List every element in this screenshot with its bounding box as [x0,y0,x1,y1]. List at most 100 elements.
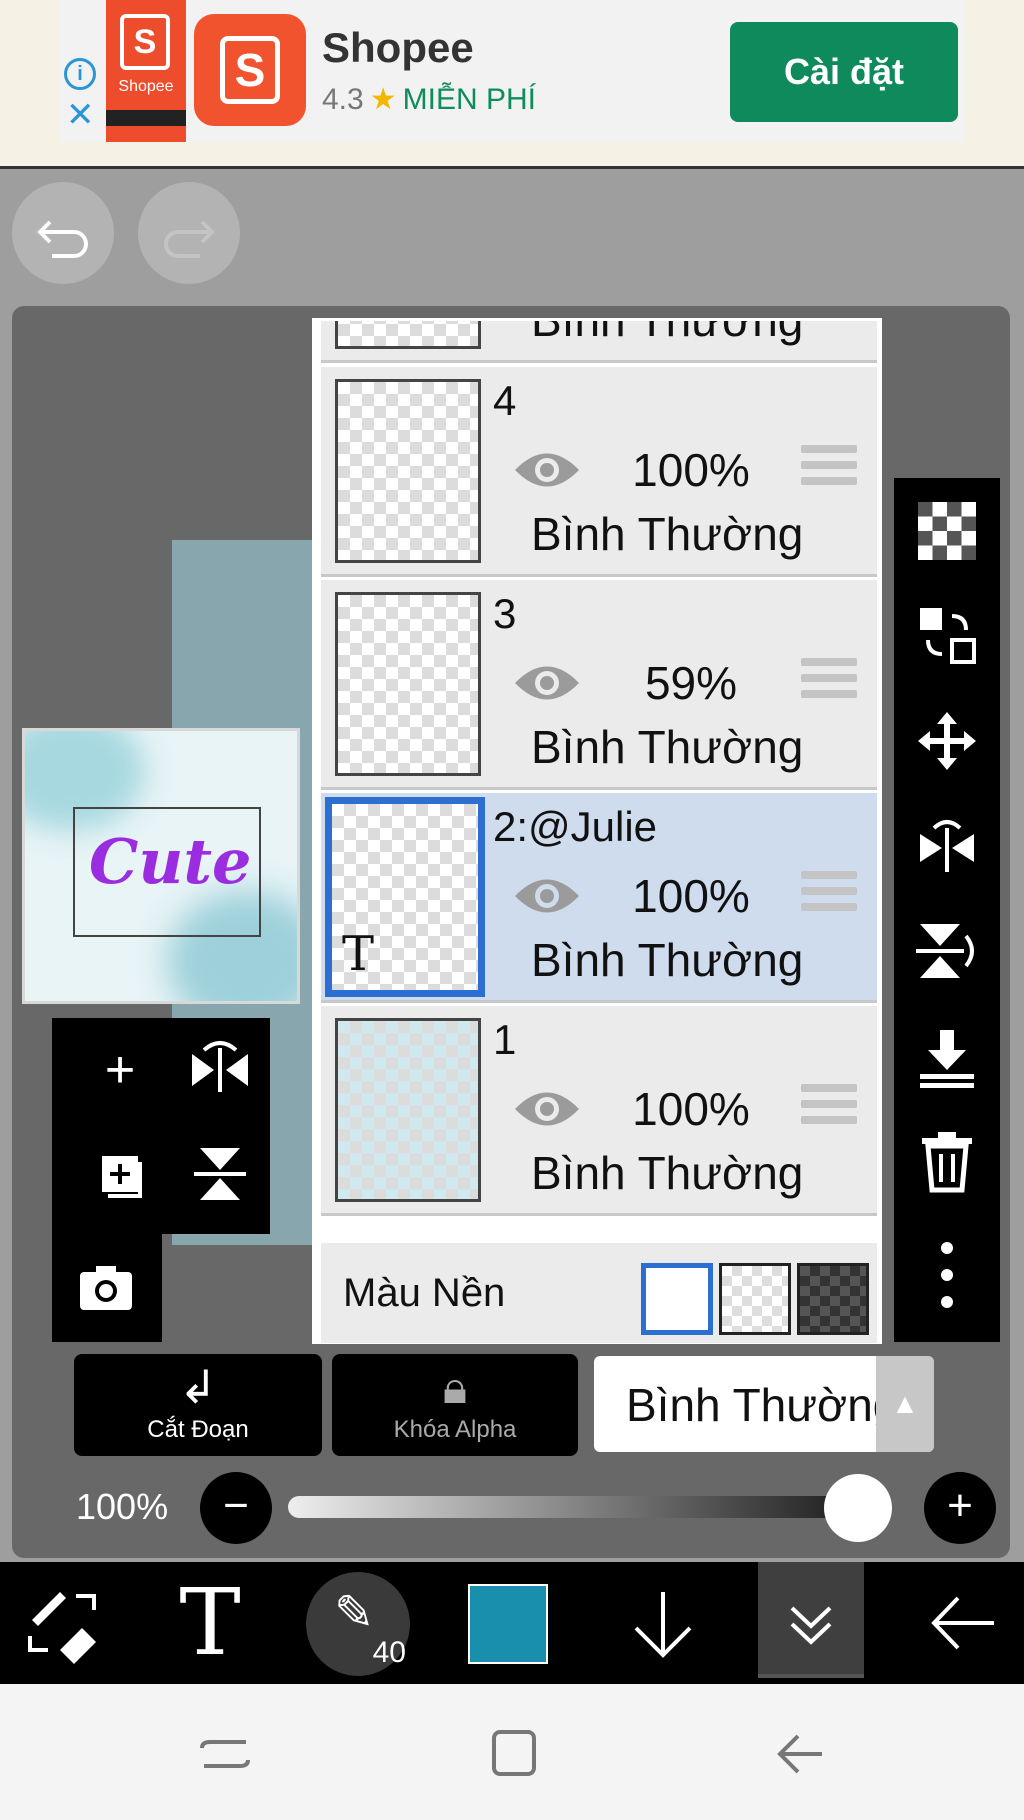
camera-bar [52,1234,162,1342]
recent-apps-icon [200,1740,250,1768]
layer-row[interactable]: 3 59% Bình Thường [321,580,877,790]
flip-vertical-icon[interactable] [914,918,980,984]
layer-actions-bar: + [52,1018,270,1234]
lock-icon: 🔒︎ [442,1361,468,1413]
canvas-preview[interactable]: Cute [22,728,300,1004]
recent-apps-icon[interactable] [190,1718,260,1788]
layer-opacity: 59% [644,657,738,709]
arrow-down-icon [634,1592,692,1658]
close-icon[interactable]: ✕ [66,98,95,132]
home-icon [492,1730,536,1776]
flip-horizontal-icon [920,820,974,872]
ad-rating: 4.3 [322,83,364,116]
background-dark-swatch[interactable] [797,1263,869,1335]
layer-name: 3 [493,590,517,637]
undo-icon [37,220,88,258]
layers-panel[interactable]: Bình Thường 4 100% Bình Thường 3 59% Bìn… [312,318,882,1344]
shopping-bag-icon: S [220,36,280,104]
clipping-label: Cắt Đoạn [147,1416,249,1443]
shopping-bag-icon: S [120,14,170,70]
back-arrow-icon[interactable] [914,1562,1014,1684]
divider [0,166,1024,169]
alpha-lock-button[interactable]: 🔒︎ Khóa Alpha [332,1354,578,1456]
add-layer-icon[interactable]: + [80,1030,160,1110]
drag-handle-icon[interactable] [801,658,857,708]
back-icon[interactable] [766,1718,836,1788]
drag-handle-icon[interactable] [801,445,857,495]
brush-size-button[interactable]: ✎ 40 [306,1572,410,1676]
trash-icon[interactable] [914,1128,980,1194]
ad-meta: 4.3 ★ MIỄN PHÍ [322,82,536,117]
layer-row-selected[interactable]: T 2:@Julie 100% Bình Thường [321,793,877,1003]
color-picker-button[interactable] [468,1584,548,1664]
brush-eraser-toggle[interactable] [20,1562,110,1684]
flip-vertical-icon[interactable] [180,1134,260,1214]
layer-blend-mode: Bình Thường [531,1147,804,1199]
duplicate-layer-icon [102,1156,142,1198]
background-white-swatch[interactable] [641,1263,713,1335]
eye-icon[interactable] [511,871,583,921]
home-icon[interactable] [478,1718,548,1788]
move-icon[interactable] [914,708,980,774]
background-color-label: Màu Nền [343,1271,506,1315]
merge-down-icon[interactable] [914,1026,980,1092]
layer-row[interactable]: 1 100% Bình Thường [321,1006,877,1216]
brush-eraser-icon [28,1592,96,1664]
undo-button[interactable] [12,182,114,284]
shopee-logo: S [194,14,306,126]
brush-size-value: 40 [372,1636,406,1669]
store-badges [106,110,186,126]
ad-app-name: Shopee [322,24,474,71]
layer-row[interactable]: Bình Thường [321,321,877,363]
more-options-icon[interactable] [914,1242,980,1308]
opacity-slider-track[interactable] [288,1496,888,1518]
ad-price: MIỄN PHÍ [402,83,536,116]
system-nav-bar [0,1684,1024,1820]
arrow-down-icon[interactable] [618,1562,708,1684]
layer-thumbnail: T [325,797,485,997]
ad-screenshot-brand: Shopee [118,78,174,95]
text-layer-icon: T [342,926,375,982]
layer-blend-mode: Bình Thường [531,508,804,560]
duplicate-layer-icon[interactable] [80,1134,160,1214]
double-chevron-down-icon [790,1606,832,1645]
eye-icon[interactable] [511,658,583,708]
opacity-slider-handle[interactable] [824,1474,892,1542]
checker-icon [918,502,976,560]
background-transparent-swatch[interactable] [719,1263,791,1335]
layer-row[interactable]: 4 100% Bình Thường [321,367,877,577]
info-icon[interactable]: i [64,58,96,90]
blend-mode-select[interactable]: Bình Thường ▲ [594,1356,934,1452]
clipping-arrow-icon: ↲ [178,1361,218,1413]
layer-opacity: 100% [632,870,750,922]
decrease-opacity-button[interactable]: − [200,1472,272,1544]
redo-button[interactable] [138,182,240,284]
layer-opacity: 100% [632,444,750,496]
pencil-icon: ✎ [334,1587,375,1640]
layer-name: 2:@Julie [493,803,658,850]
layer-name: 1 [493,1016,517,1063]
camera-icon[interactable] [66,1248,146,1328]
chevron-up-icon[interactable]: ▲ [876,1356,934,1452]
layer-thumbnail [335,592,481,776]
flip-horizontal-icon[interactable] [914,812,980,878]
layers-toggle-button[interactable] [758,1562,864,1678]
background-color-row: Màu Nền [321,1243,877,1343]
ad-banner[interactable]: i ✕ S Shopee S Shopee 4.3 ★ MIỄN PHÍ Cài đ… [0,0,1024,169]
layer-opacity: 100% [632,1083,750,1135]
layer-thumbnail [335,1018,481,1202]
trash-icon [922,1132,972,1193]
install-button[interactable]: Cài đặt [730,22,958,122]
clipping-button[interactable]: ↲ Cắt Đoạn [74,1354,322,1456]
eye-icon[interactable] [511,445,583,495]
increase-opacity-button[interactable]: + [924,1472,996,1544]
transparency-icon[interactable] [914,498,980,564]
drag-handle-icon[interactable] [801,1084,857,1134]
flip-horizontal-icon[interactable] [180,1030,260,1110]
drag-handle-icon[interactable] [801,871,857,921]
back-arrow-icon [931,1596,994,1650]
swap-layer-icon[interactable] [914,602,980,668]
back-icon [777,1734,822,1774]
eye-icon[interactable] [511,1084,583,1134]
text-tool-icon[interactable]: T [160,1562,260,1684]
